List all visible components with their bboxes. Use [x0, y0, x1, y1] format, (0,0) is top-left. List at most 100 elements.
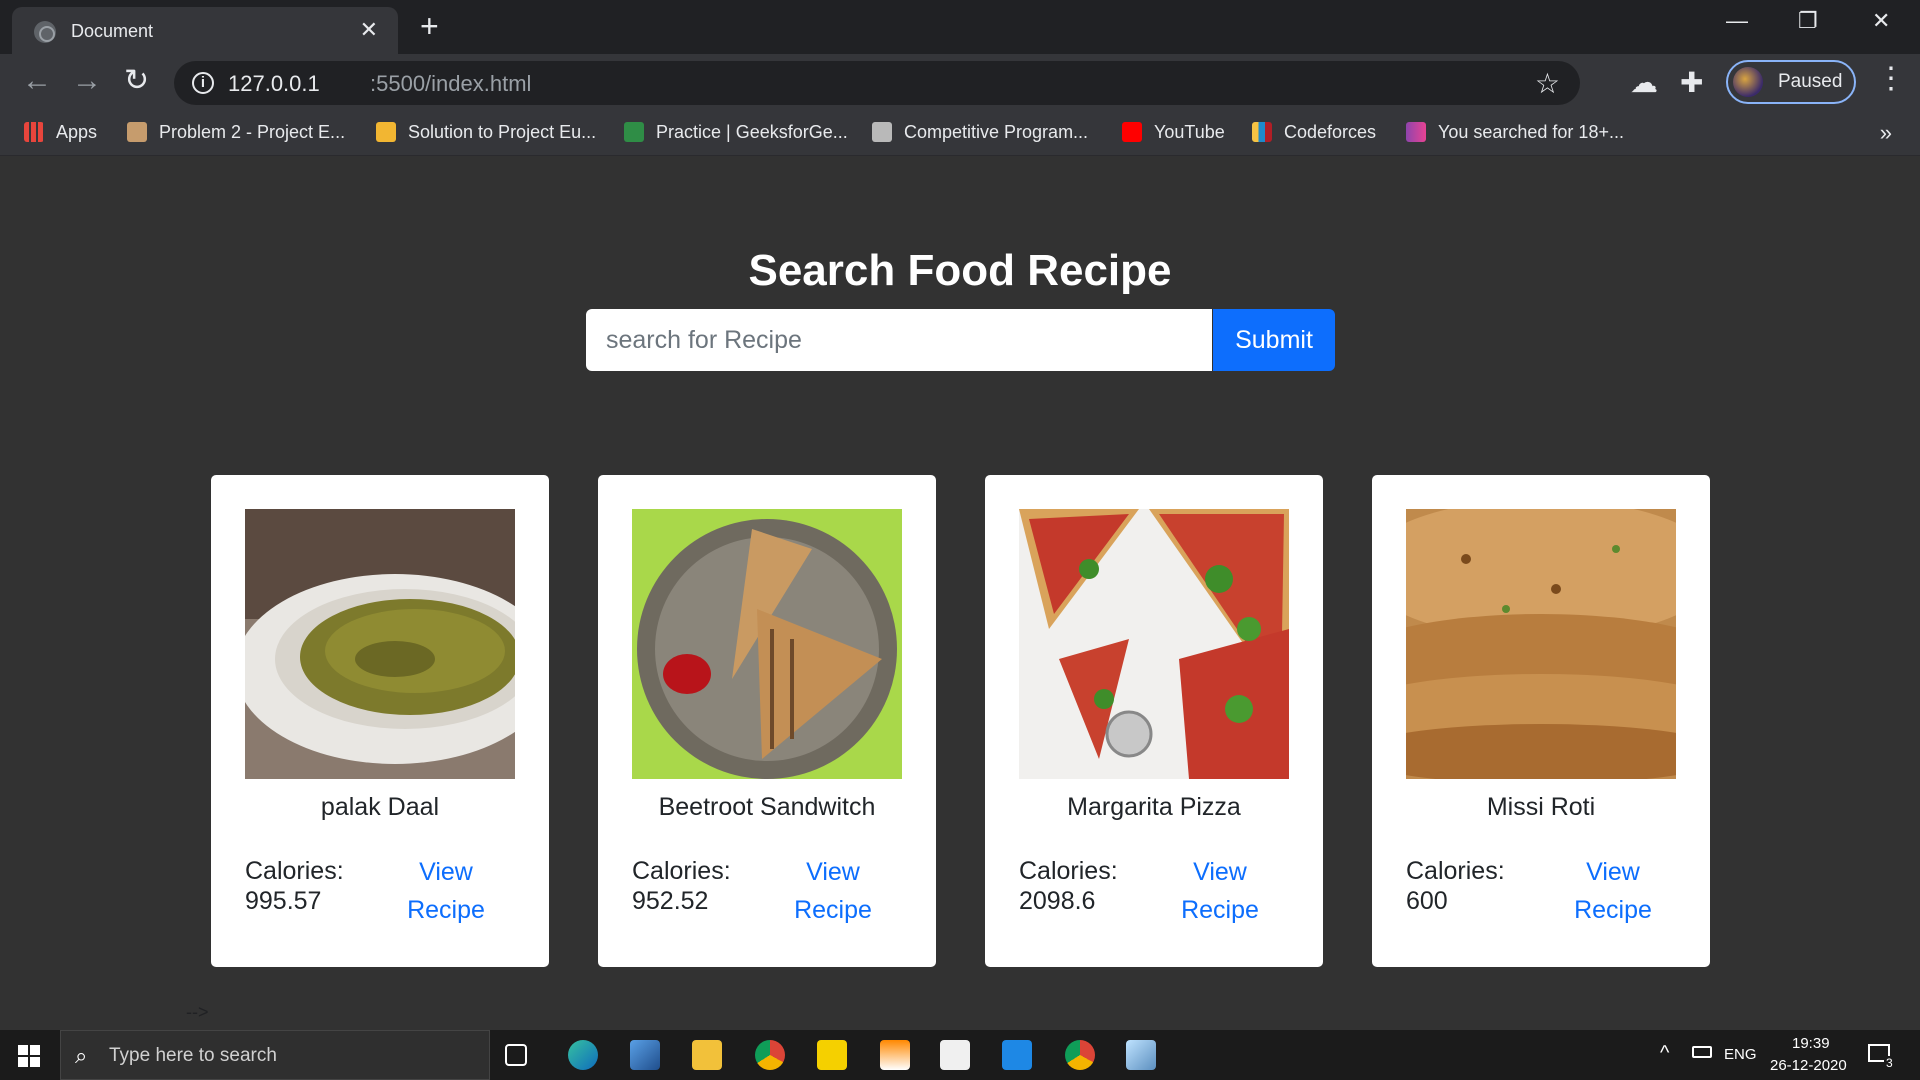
site-info-icon[interactable]: i — [192, 72, 214, 94]
bookmark-label: Apps — [56, 122, 98, 142]
link-line: Recipe — [794, 896, 872, 924]
taskbar-search-placeholder: Type here to search — [109, 1045, 277, 1066]
bookmark-apps[interactable]: Apps — [24, 122, 97, 143]
clock-date[interactable]: 26-12-2020 — [1770, 1057, 1847, 1074]
recipe-name: Missi Roti — [1486, 793, 1596, 821]
close-window-button[interactable]: ✕ — [1872, 8, 1890, 34]
recipe-card: Margarita Pizza Calories: 2098.6 View Rec… — [985, 475, 1323, 967]
app-icon[interactable] — [630, 1040, 660, 1070]
bookmark-search[interactable]: You searched for 18+... — [1406, 122, 1624, 143]
reload-icon[interactable]: ↻ — [124, 66, 149, 96]
bookmark-label: You searched for 18+... — [1438, 122, 1624, 142]
recipe-image — [1406, 509, 1676, 779]
clock-time[interactable]: 19:39 — [1792, 1035, 1830, 1052]
youtube-icon — [1122, 122, 1142, 142]
view-recipe-link[interactable]: View Recipe — [391, 853, 501, 929]
extension-cloud-icon[interactable]: ☁ — [1630, 66, 1658, 99]
bookmark-competitive[interactable]: Competitive Program... — [872, 122, 1088, 143]
recipe-name: palak Daal — [320, 793, 440, 821]
bookmark-m-icon — [1406, 122, 1426, 142]
forward-arrow-icon[interactable]: → — [72, 66, 102, 96]
browser-toolbar: ← → ↻ i 127.0.0.1 :5500/index.html ☆ ☁ ✚… — [0, 54, 1920, 112]
edge-icon[interactable] — [568, 1040, 598, 1070]
bookmarks-bar: Apps Problem 2 - Project E... Solution t… — [0, 112, 1920, 156]
file-explorer-icon[interactable] — [692, 1040, 722, 1070]
recipe-image — [632, 509, 902, 779]
calories-value: 2098.6 — [1019, 887, 1096, 915]
store-icon[interactable] — [940, 1040, 970, 1070]
url-host: 127.0.0.1 — [228, 71, 320, 96]
language-indicator[interactable]: ENG — [1724, 1046, 1757, 1063]
battery-icon[interactable] — [1692, 1046, 1712, 1058]
back-arrow-icon[interactable]: ← — [22, 66, 52, 96]
bookmark-star-icon[interactable]: ☆ — [1535, 67, 1560, 100]
app-icon[interactable] — [1126, 1040, 1156, 1070]
restore-button[interactable]: ❐ — [1798, 8, 1818, 34]
view-recipe-link[interactable]: View Recipe — [1563, 853, 1663, 929]
close-tab-icon[interactable]: ✕ — [360, 17, 378, 43]
recipe-name: Beetroot Sandwitch — [658, 793, 876, 821]
calories-label: Calories: — [1019, 857, 1118, 885]
codeforces-icon — [1252, 122, 1272, 142]
link-line: View — [1586, 858, 1640, 886]
geeksforgeeks-icon — [624, 122, 644, 142]
bookmark-label: Practice | GeeksforGe... — [656, 122, 848, 142]
page-content: Search Food Recipe Submit palak Daal Cal… — [0, 156, 1920, 1030]
view-recipe-link[interactable]: View Recipe — [1165, 853, 1275, 929]
windows-taskbar: ⌕ Type here to search ^ ENG 19:39 26-12-… — [0, 1030, 1920, 1080]
link-line: Recipe — [407, 896, 485, 924]
browser-tab[interactable]: Document ✕ — [12, 7, 398, 54]
submit-button[interactable]: Submit — [1213, 309, 1335, 371]
calories-value: 952.52 — [632, 887, 709, 915]
bookmark-label: Problem 2 - Project E... — [159, 122, 346, 142]
extensions-puzzle-icon[interactable]: ✚ — [1680, 66, 1703, 99]
bookmark-problem-2[interactable]: Problem 2 - Project E... — [127, 122, 345, 143]
recipe-name: Margarita Pizza — [1067, 793, 1241, 821]
browser-tabstrip: Document ✕ + — ❐ ✕ — [0, 0, 1920, 54]
notification-count: 3 — [1884, 1056, 1895, 1070]
taskbar-search[interactable]: ⌕ Type here to search — [60, 1030, 490, 1080]
link-line: View — [806, 858, 860, 886]
more-bookmarks-icon[interactable]: » — [1880, 120, 1892, 146]
calories-label: Calories: — [1406, 857, 1505, 885]
calories-label: Calories: — [245, 857, 344, 885]
bookmark-label: Codeforces — [1284, 122, 1377, 142]
vlc-icon[interactable] — [880, 1040, 910, 1070]
bookmark-label: YouTube — [1154, 122, 1225, 142]
calories-value: 600 — [1406, 887, 1448, 915]
profile-status: Paused — [1778, 71, 1843, 92]
chrome-active-icon[interactable] — [1065, 1040, 1095, 1070]
tab-title: Document — [71, 21, 154, 41]
url-path: :5500/index.html — [370, 71, 532, 96]
calories-label: Calories: — [632, 857, 731, 885]
calories-value: 995.57 — [245, 887, 322, 915]
minimize-button[interactable]: — — [1726, 8, 1748, 34]
vscode-icon[interactable] — [1002, 1040, 1032, 1070]
apps-grid-icon — [24, 122, 44, 142]
address-bar[interactable]: i 127.0.0.1 :5500/index.html ☆ — [174, 61, 1580, 105]
chrome-icon[interactable] — [755, 1040, 785, 1070]
player-icon[interactable] — [817, 1040, 847, 1070]
task-view-icon[interactable] — [505, 1044, 527, 1066]
bookmark-label: Solution to Project Eu... — [408, 122, 597, 142]
search-icon: ⌕ — [75, 1043, 88, 1068]
recipe-card: Missi Roti Calories: 600 View Recipe — [1372, 475, 1710, 967]
browser-menu-icon[interactable]: ⋮ — [1876, 64, 1906, 94]
bookmark-solution[interactable]: Solution to Project Eu... — [376, 122, 596, 143]
link-line: Recipe — [1181, 896, 1259, 924]
recipe-image — [1019, 509, 1289, 779]
windows-start-icon[interactable] — [18, 1045, 40, 1067]
recipe-search-input[interactable] — [586, 309, 1212, 371]
page-icon — [376, 122, 396, 142]
link-line: Recipe — [1574, 896, 1652, 924]
bookmark-geeksforgeeks[interactable]: Practice | GeeksforGe... — [624, 122, 848, 143]
recipe-image — [245, 509, 515, 779]
new-tab-button[interactable]: + — [420, 10, 439, 42]
page-title: Search Food Recipe — [748, 246, 1172, 295]
profile-button[interactable]: Paused — [1726, 60, 1856, 104]
bookmark-label: Competitive Program... — [904, 122, 1089, 142]
view-recipe-link[interactable]: View Recipe — [778, 853, 888, 929]
bookmark-youtube[interactable]: YouTube — [1122, 122, 1225, 143]
chevron-up-icon[interactable]: ^ — [1660, 1042, 1669, 1065]
bookmark-codeforces[interactable]: Codeforces — [1252, 122, 1376, 143]
